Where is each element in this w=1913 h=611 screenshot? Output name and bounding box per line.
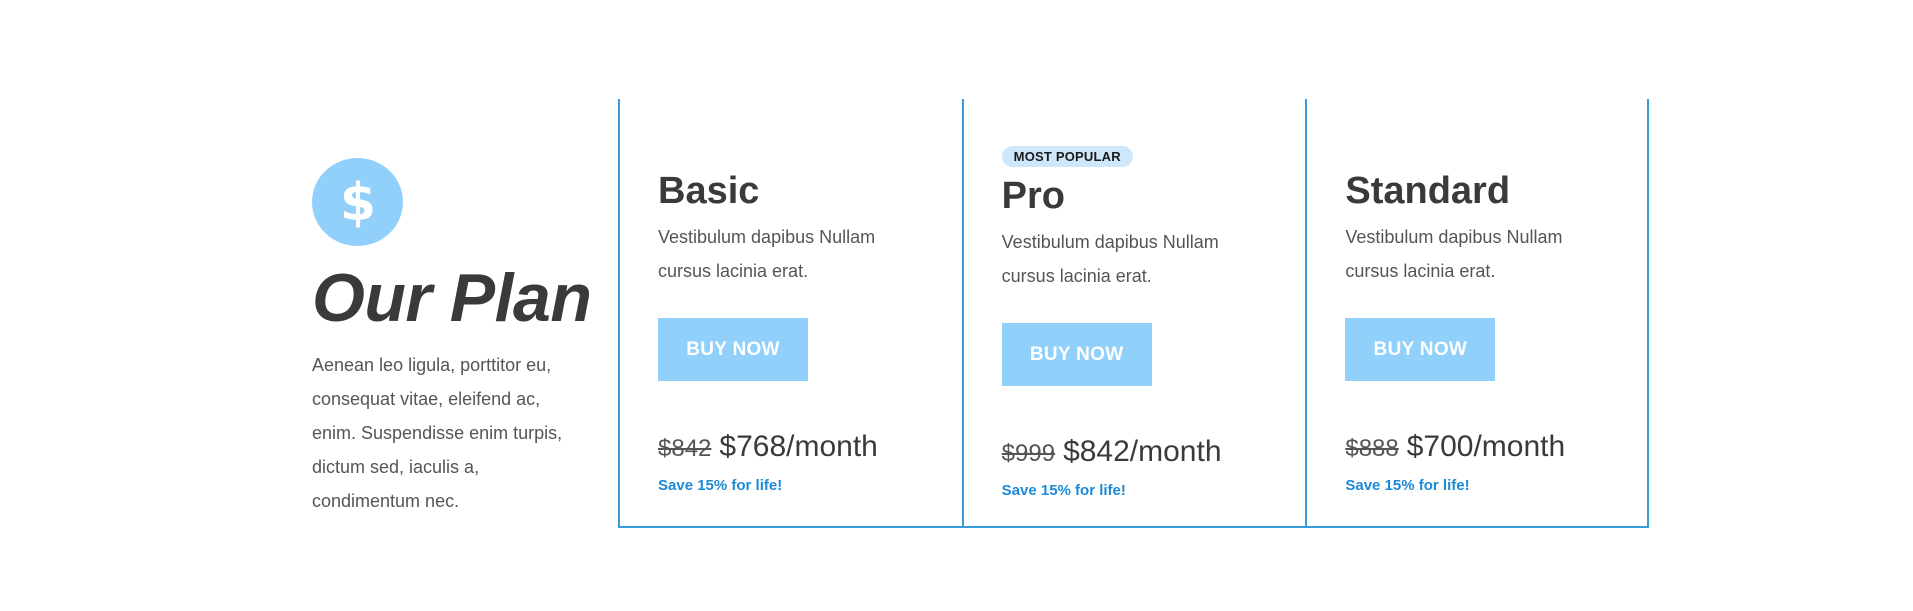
- plan-description: Vestibulum dapibus Nullam cursus lacinia…: [1345, 227, 1563, 281]
- price-row: $888 $700/month: [1345, 429, 1625, 467]
- dollar-icon-glyph: $: [339, 173, 375, 232]
- plan-name: Pro: [1001, 175, 1066, 217]
- save-note: Save 15% for life!: [1001, 482, 1126, 499]
- buy-now-button-standard[interactable]: BUY NOW: [1345, 318, 1496, 381]
- price-row: $842 $768/month: [658, 429, 938, 467]
- page-title: Our Plan: [312, 260, 592, 336]
- buy-now-button-basic[interactable]: BUY NOW: [658, 318, 808, 381]
- buy-now-button-pro[interactable]: BUY NOW: [1001, 323, 1152, 386]
- old-price: $888: [1345, 435, 1399, 462]
- plan-card-basic: Basic Vestibulum dapibus Nullam cursus l…: [618, 99, 962, 528]
- plan-name: Basic: [658, 170, 760, 212]
- most-popular-badge: MOST POPULAR: [1001, 146, 1133, 167]
- save-note: Save 15% for life!: [658, 477, 783, 494]
- plan-name: Standard: [1345, 170, 1511, 212]
- svg-text:$: $: [339, 173, 375, 232]
- dollar-icon: $: [312, 158, 403, 246]
- plan-card-pro: MOST POPULAR Pro Vestibulum dapibus Null…: [961, 99, 1306, 528]
- plan-card-standard: Standard Vestibulum dapibus Nullam cursu…: [1305, 99, 1650, 528]
- intro-section: $ Our Plan Aenean leo ligula, porttitor …: [312, 158, 592, 518]
- plan-description: Vestibulum dapibus Nullam cursus lacinia…: [1001, 232, 1219, 286]
- plan-description: Vestibulum dapibus Nullam cursus lacinia…: [658, 227, 876, 281]
- current-price: $700/month: [1406, 430, 1566, 463]
- intro-description: Aenean leo ligula, porttitor eu, consequ…: [312, 355, 563, 511]
- price-row: $999 $842/month: [1002, 434, 1282, 472]
- current-price: $768/month: [719, 430, 878, 463]
- current-price: $842/month: [1063, 435, 1222, 468]
- pricing-plans: Basic Vestibulum dapibus Nullam cursus l…: [618, 99, 1650, 528]
- save-note: Save 15% for life!: [1345, 477, 1470, 494]
- old-price: $842: [658, 435, 712, 462]
- old-price: $999: [1001, 440, 1056, 467]
